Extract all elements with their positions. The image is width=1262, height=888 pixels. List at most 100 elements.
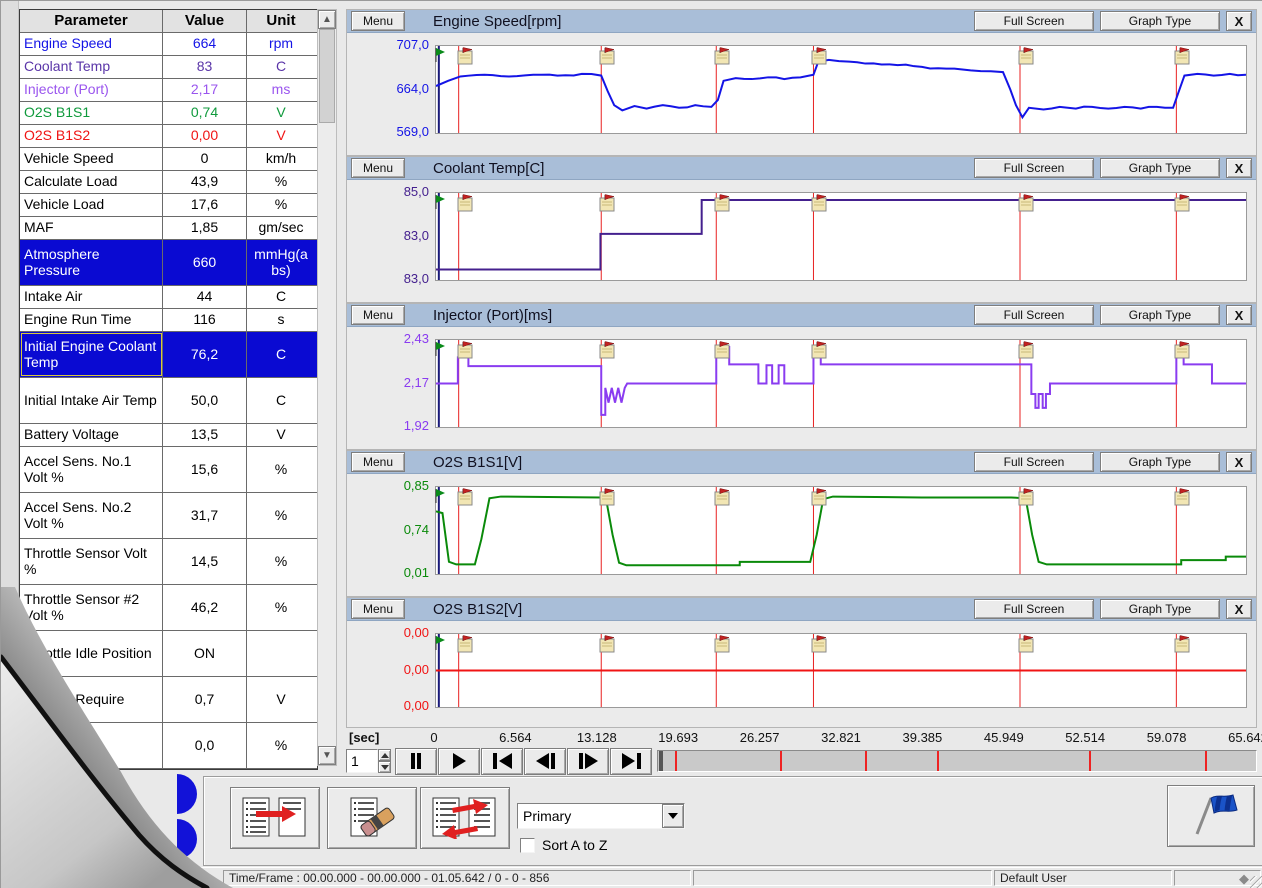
graph-type-button[interactable]: Graph Type [1100, 158, 1220, 178]
graph-type-button[interactable]: Graph Type [1100, 599, 1220, 619]
column-header-parameter[interactable]: Parameter [20, 10, 163, 32]
table-row[interactable]: O2S B1S20,00V [20, 125, 317, 148]
bookmark-flag-icon[interactable] [712, 635, 732, 653]
bookmark-flag-icon[interactable] [597, 488, 617, 506]
chevron-down-icon[interactable] [662, 804, 684, 828]
table-row[interactable]: 0,0% [20, 723, 317, 769]
menu-button[interactable]: Menu [351, 158, 405, 178]
graph-type-button[interactable]: Graph Type [1100, 11, 1220, 31]
step-forward-button[interactable] [567, 748, 609, 775]
bookmark-flag-icon[interactable] [1172, 47, 1192, 65]
plot-area[interactable] [435, 45, 1247, 134]
close-graph-button[interactable]: X [1226, 452, 1252, 472]
bookmark-flag-icon[interactable] [712, 194, 732, 212]
parameter-set-select[interactable]: Primary [517, 803, 685, 829]
menu-button[interactable]: Menu [351, 305, 405, 325]
table-row[interactable]: Initial Engine Coolant Temp76,2C [20, 332, 317, 378]
bookmark-flag-icon[interactable] [712, 47, 732, 65]
graph-type-button[interactable]: Graph Type [1100, 305, 1220, 325]
table-row[interactable]: Engine Run Time116s [20, 309, 317, 332]
menu-button[interactable]: Menu [351, 452, 405, 472]
bookmark-flag-icon[interactable] [809, 488, 829, 506]
bookmark-flag-icon[interactable] [1016, 194, 1036, 212]
bookmark-flag-icon[interactable] [809, 341, 829, 359]
table-row[interactable]: Vehicle Speed0km/h [20, 148, 317, 171]
table-row[interactable]: Accel Sens. No.1 Volt %15,6% [20, 447, 317, 493]
table-scrollbar[interactable]: ▲ ▼ [317, 9, 337, 766]
table-row[interactable]: MAF1,85gm/sec [20, 217, 317, 240]
bookmark-flag-icon[interactable] [455, 341, 475, 359]
scroll-up-icon[interactable]: ▲ [318, 10, 336, 29]
close-graph-button[interactable]: X [1226, 599, 1252, 619]
close-graph-button[interactable]: X [1226, 305, 1252, 325]
spin-down-icon[interactable] [378, 761, 391, 773]
bookmark-flag-icon[interactable] [597, 635, 617, 653]
table-row[interactable]: Battery Voltage13,5V [20, 424, 317, 447]
table-row[interactable]: Initial Intake Air Temp50,0C [20, 378, 317, 424]
finish-flag-button[interactable] [1167, 785, 1255, 847]
plot-area[interactable] [435, 192, 1247, 281]
table-row[interactable]: Accel Sens. No.2 Volt %31,7% [20, 493, 317, 539]
scroll-down-icon[interactable]: ▼ [318, 746, 336, 765]
timeline-thumb[interactable] [659, 751, 663, 771]
pause-button[interactable] [395, 748, 437, 775]
graph-type-button[interactable]: Graph Type [1100, 452, 1220, 472]
plot-area[interactable] [435, 486, 1247, 575]
bookmark-flag-icon[interactable] [455, 47, 475, 65]
table-row[interactable]: Vehicle Load17,6% [20, 194, 317, 217]
plot-area[interactable] [435, 339, 1247, 428]
table-row[interactable]: Intake Air44C [20, 286, 317, 309]
close-graph-button[interactable]: X [1226, 11, 1252, 31]
bookmark-flag-icon[interactable] [455, 194, 475, 212]
bookmark-flag-icon[interactable] [809, 47, 829, 65]
full-screen-button[interactable]: Full Screen [974, 158, 1094, 178]
bookmark-flag-icon[interactable] [597, 341, 617, 359]
bookmark-flag-icon[interactable] [1016, 488, 1036, 506]
bookmark-flag-icon[interactable] [597, 47, 617, 65]
table-row[interactable]: Injector (Port)2,17ms [20, 79, 317, 102]
last-frame-button[interactable] [610, 748, 652, 775]
plot-area[interactable] [435, 633, 1247, 708]
full-screen-button[interactable]: Full Screen [974, 305, 1094, 325]
bookmark-flag-icon[interactable] [1172, 341, 1192, 359]
bookmark-flag-icon[interactable] [712, 488, 732, 506]
full-screen-button[interactable]: Full Screen [974, 599, 1094, 619]
resize-grip-icon[interactable] [1250, 876, 1262, 888]
scrollbar-thumb[interactable] [319, 29, 335, 123]
copy-parameters-button[interactable] [230, 787, 320, 849]
bookmark-flag-icon[interactable] [809, 194, 829, 212]
bookmark-flag-icon[interactable] [1172, 635, 1192, 653]
table-row[interactable]: Throttle Require0,7V [20, 677, 317, 723]
table-row[interactable]: Calculate Load43,9% [20, 171, 317, 194]
column-header-value[interactable]: Value [163, 10, 247, 32]
table-row[interactable]: Throttle Sensor #2 Volt %46,2% [20, 585, 317, 631]
bookmark-flag-icon[interactable] [1016, 635, 1036, 653]
menu-button[interactable]: Menu [351, 599, 405, 619]
full-screen-button[interactable]: Full Screen [974, 11, 1094, 31]
clear-parameters-button[interactable] [327, 787, 417, 849]
spin-up-icon[interactable] [378, 749, 391, 761]
bookmark-flag-icon[interactable] [1016, 47, 1036, 65]
bookmark-flag-icon[interactable] [1016, 341, 1036, 359]
menu-button[interactable]: Menu [351, 11, 405, 31]
table-row[interactable]: Atmosphere Pressure660mmHg(abs) [20, 240, 317, 286]
bookmark-flag-icon[interactable] [712, 341, 732, 359]
frame-step-input[interactable]: 1 [346, 749, 378, 773]
play-button[interactable] [438, 748, 480, 775]
bookmark-flag-icon[interactable] [455, 635, 475, 653]
column-header-unit[interactable]: Unit [247, 10, 315, 32]
close-graph-button[interactable]: X [1226, 158, 1252, 178]
bookmark-flag-icon[interactable] [1172, 194, 1192, 212]
sort-a-to-z-checkbox[interactable] [520, 838, 535, 853]
full-screen-button[interactable]: Full Screen [974, 452, 1094, 472]
table-row[interactable]: O2S B1S10,74V [20, 102, 317, 125]
timeline-scrubber[interactable] [657, 750, 1257, 772]
table-row[interactable]: Engine Speed664rpm [20, 33, 317, 56]
bookmark-flag-icon[interactable] [455, 488, 475, 506]
table-row[interactable]: Throttle Idle PositionON [20, 631, 317, 677]
table-row[interactable]: Throttle Sensor Volt %14,5% [20, 539, 317, 585]
first-frame-button[interactable] [481, 748, 523, 775]
bookmark-flag-icon[interactable] [809, 635, 829, 653]
swap-parameters-button[interactable] [420, 787, 510, 849]
bookmark-flag-icon[interactable] [1172, 488, 1192, 506]
